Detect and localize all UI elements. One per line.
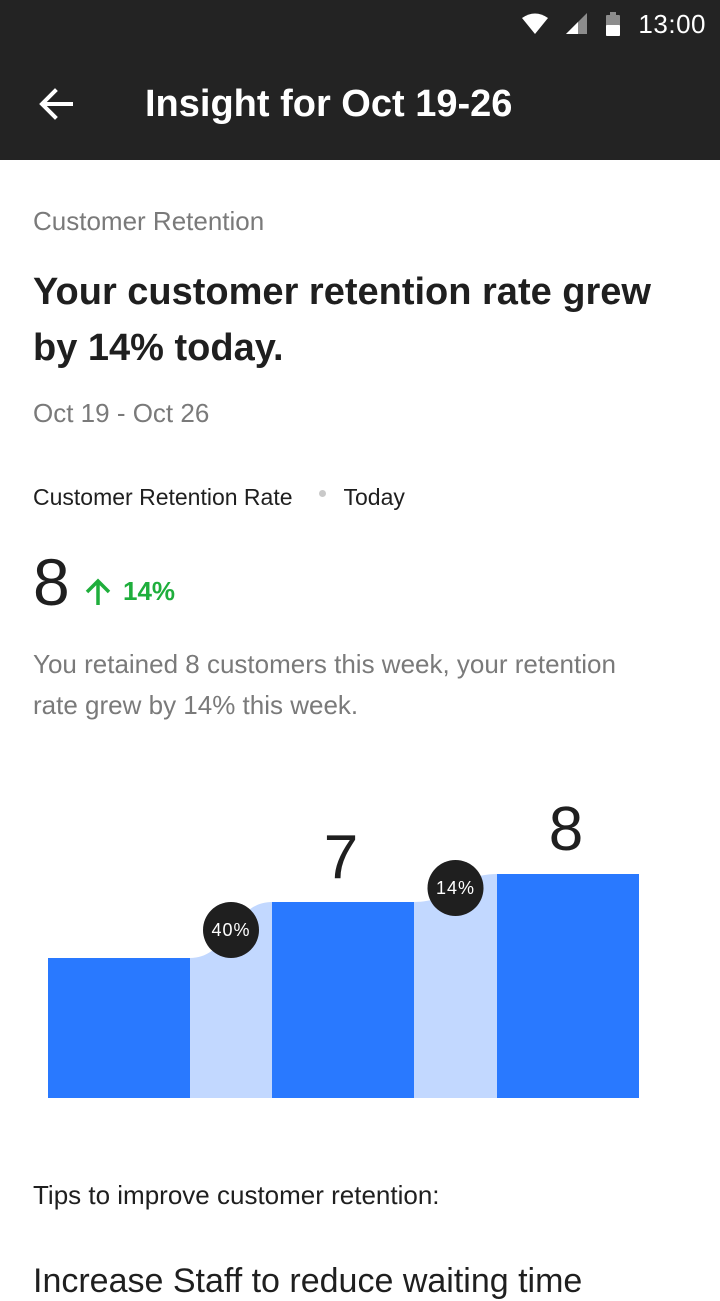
status-bar: 13:00 <box>0 0 720 48</box>
date-range: Oct 19 - Oct 26 <box>33 398 210 428</box>
insight-summary: You retained 8 customers this week, your… <box>33 649 616 720</box>
cell-signal-icon <box>566 13 588 34</box>
insight-headline: Your customer retention rate grew by 14%… <box>33 271 651 369</box>
metric-value: 8 <box>33 545 70 619</box>
retention-chart: 7 8 40% 14% <box>48 795 639 1098</box>
change-indicator: 14% <box>85 576 175 607</box>
chart-bar <box>48 958 190 1098</box>
change-badge-label: 40% <box>211 920 250 940</box>
chart-value-label: 8 <box>549 795 583 864</box>
page-title: Insight for Oct 19-26 <box>145 83 513 125</box>
change-badge-label: 14% <box>436 878 475 898</box>
insight-category: Customer Retention <box>33 206 265 236</box>
wifi-icon <box>522 13 549 34</box>
status-time: 13:00 <box>638 8 706 39</box>
battery-icon <box>606 12 621 36</box>
metric-header: Customer Retention Rate Today <box>33 484 405 511</box>
change-percent: 14% <box>123 576 176 606</box>
back-button[interactable] <box>26 74 86 134</box>
app-bar: Insight for Oct 19-26 <box>0 48 720 160</box>
status-icons: 13:00 <box>522 0 706 48</box>
arrow-left-icon <box>39 88 73 120</box>
metric-period: Today <box>343 484 405 510</box>
arrow-up-icon <box>85 578 111 605</box>
tip-item[interactable]: Increase Staff to reduce waiting time <box>33 1262 582 1301</box>
chart-bar <box>272 902 414 1098</box>
metric-label: Customer Retention Rate <box>33 484 293 510</box>
tips-heading: Tips to improve customer retention: <box>33 1180 440 1210</box>
chart-bar <box>497 874 639 1098</box>
chart-value-label: 7 <box>324 823 358 892</box>
separator-dot <box>318 490 326 497</box>
